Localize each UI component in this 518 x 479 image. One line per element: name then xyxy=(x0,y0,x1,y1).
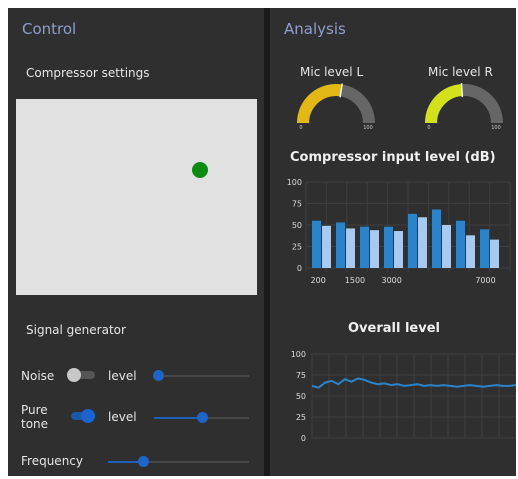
bar-series-1 xyxy=(432,209,441,268)
pure-tone-label: Pure tone xyxy=(21,403,48,431)
noise-toggle-knob xyxy=(67,368,81,382)
noise-slider-rail xyxy=(154,375,249,377)
mic-r-gauge-max: 100 xyxy=(491,125,501,131)
analysis-panel: Analysis Mic level L 0 100 Mic level R 0… xyxy=(270,8,516,476)
bar-series-2 xyxy=(322,225,331,268)
line-y-tick-label: 25 xyxy=(296,413,306,422)
mic-l-gauge-max: 100 xyxy=(363,125,373,131)
bar-y-tick-label: 100 xyxy=(287,178,302,187)
tone-slider-thumb[interactable] xyxy=(196,412,208,423)
frequency-slider[interactable] xyxy=(108,456,249,468)
mic-l-gauge-min: 0 xyxy=(299,125,302,131)
overall-level-line-chart: 100 75 50 25 0 xyxy=(291,350,516,443)
app-frame: Control Compressor settings Signal gener… xyxy=(8,8,516,476)
bar-x-tick-label: 7000 xyxy=(475,276,495,285)
bar-y-tick-label: 75 xyxy=(292,200,302,209)
pure-tone-label-line1: Pure xyxy=(21,403,48,417)
bar-series-2 xyxy=(394,231,403,268)
mic-level-l-label: Mic level L xyxy=(300,65,364,79)
signal-generator-label: Signal generator xyxy=(26,323,126,337)
bar-series-2 xyxy=(418,217,427,268)
bar-y-tick-label: 0 xyxy=(297,264,302,273)
bar-series-1 xyxy=(312,220,321,268)
bar-series-2 xyxy=(442,225,451,268)
pure-tone-level-slider[interactable] xyxy=(154,412,249,424)
bar-series-1 xyxy=(408,213,417,268)
control-title: Control xyxy=(22,20,77,38)
bar-series-1 xyxy=(480,229,489,268)
compressor-xy-handle[interactable] xyxy=(192,162,208,178)
bar-series-1 xyxy=(456,220,465,268)
mic-r-gauge-min: 0 xyxy=(427,125,430,131)
mic-level-r-label: Mic level R xyxy=(428,65,493,79)
mic-l-gauge-fill xyxy=(297,84,343,124)
compressor-xy-pad[interactable] xyxy=(16,99,257,295)
bar-series-2 xyxy=(370,230,379,268)
overall-level-chart-title: Overall level xyxy=(348,321,440,336)
line-y-tick-label: 0 xyxy=(301,434,306,443)
pure-tone-toggle[interactable] xyxy=(67,409,97,423)
control-panel: Control Compressor settings Signal gener… xyxy=(8,8,264,476)
line-y-tick-label: 75 xyxy=(296,371,306,380)
bar-series-2 xyxy=(490,239,499,268)
mic-r-gauge-fill xyxy=(425,84,463,124)
pure-tone-toggle-knob xyxy=(81,409,95,423)
bar-series-1 xyxy=(360,226,369,268)
bar-x-tick-label: 1500 xyxy=(345,276,365,285)
compressor-input-bar-chart: 100 75 50 25 0 200 1500 3000 7000 xyxy=(287,178,511,285)
bar-series-1 xyxy=(336,222,345,268)
frequency-label: Frequency xyxy=(21,454,83,468)
tone-slider-fill xyxy=(154,417,202,419)
noise-label: Noise xyxy=(21,369,55,383)
bar-x-tick-label: 3000 xyxy=(382,276,402,285)
gauge-r-needle xyxy=(460,83,464,98)
noise-slider-thumb[interactable] xyxy=(152,370,164,381)
compressor-input-chart-title: Compressor input level (dB) xyxy=(290,150,496,165)
freq-slider-thumb[interactable] xyxy=(138,456,150,467)
noise-toggle[interactable] xyxy=(67,368,97,382)
mic-level-r-gauge: 0 100 xyxy=(425,83,503,131)
analysis-title: Analysis xyxy=(284,20,346,38)
bar-y-tick-label: 25 xyxy=(292,243,302,252)
bar-series-1 xyxy=(384,226,393,268)
compressor-settings-label: Compressor settings xyxy=(26,66,150,80)
pure-tone-label-line2: tone xyxy=(21,417,49,431)
bar-x-tick-label: 200 xyxy=(311,276,326,285)
mic-level-l-gauge: 0 100 xyxy=(297,83,375,131)
line-y-tick-label: 50 xyxy=(296,392,306,401)
noise-level-slider[interactable] xyxy=(152,370,249,382)
line-y-tick-label: 100 xyxy=(291,350,306,359)
noise-level-label: level xyxy=(108,369,137,383)
pure-tone-level-label: level xyxy=(108,410,137,424)
bar-y-tick-label: 50 xyxy=(292,221,302,230)
bar-series-2 xyxy=(466,235,475,268)
bar-series-2 xyxy=(346,228,355,268)
